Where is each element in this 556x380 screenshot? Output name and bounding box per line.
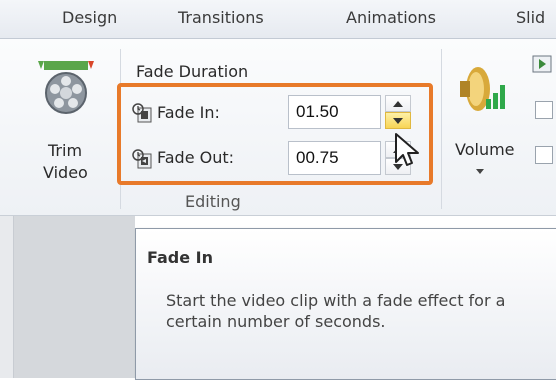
tab-animations[interactable]: Animations — [346, 8, 436, 27]
pane-splitter[interactable] — [0, 216, 14, 378]
fade-in-spin-down[interactable] — [385, 112, 411, 129]
speaker-icon — [460, 67, 505, 111]
play-options-icon[interactable] — [532, 55, 552, 73]
trim-video-label-line1: Trim — [48, 141, 83, 160]
film-reel-icon — [38, 61, 94, 114]
tooltip-body: Start the video clip with a fade effect … — [166, 291, 506, 331]
fade-out-icon — [132, 149, 152, 169]
slide-pane — [0, 216, 135, 378]
fade-in-field[interactable] — [288, 95, 381, 129]
fade-out-field[interactable] — [288, 141, 381, 175]
volume-label: Volume — [455, 140, 515, 159]
editing-group-label: Editing — [185, 192, 241, 211]
ribbon-tab-strip: Design Transitions Animations Slid — [0, 0, 556, 39]
chevron-up-icon — [393, 101, 403, 107]
tooltip: Fade In Start the video clip with a fade… — [135, 228, 556, 380]
ribbon-panel: Trim Video Fade Duration Fade In: Fade O… — [0, 39, 556, 216]
chevron-down-icon — [393, 118, 403, 124]
group-divider — [441, 49, 442, 209]
fade-in-spin-up[interactable] — [385, 95, 411, 112]
option-checkbox[interactable] — [535, 101, 553, 119]
chevron-down-icon — [476, 169, 484, 174]
tooltip-title: Fade In — [147, 248, 214, 267]
trim-video-button[interactable]: Trim Video — [28, 47, 100, 197]
tab-design[interactable]: Design — [62, 8, 117, 27]
fade-out-label: Fade Out: — [157, 148, 235, 167]
cursor-pointer-icon — [395, 133, 419, 166]
group-divider — [120, 49, 121, 209]
fade-duration-header: Fade Duration — [136, 62, 249, 81]
option-checkbox[interactable] — [535, 146, 553, 164]
volume-button[interactable]: Volume — [448, 49, 520, 199]
fade-in-icon — [132, 103, 152, 123]
trim-video-label-line2: Video — [43, 163, 88, 182]
tab-transitions[interactable]: Transitions — [178, 8, 264, 27]
fade-in-label: Fade In: — [157, 103, 220, 122]
tab-slide-show[interactable]: Slid — [516, 8, 545, 27]
